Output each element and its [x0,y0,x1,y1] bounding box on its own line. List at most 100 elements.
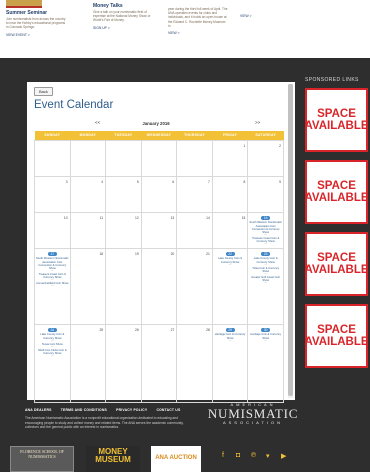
calendar-day-cell[interactable]: 8 [211,175,249,213]
ad-text: SPACE AVAILABLE [304,179,369,205]
florence-school-logo[interactable]: FLORENCE SCHOOL OF NUMISMATICS [10,446,74,472]
day-number: 11 [99,215,104,220]
footer-links: ANA DEALERS TERMS AND CONDITIONS PRIVACY… [25,408,188,412]
scrollbar-thumb[interactable] [288,84,293,396]
weekday-header: THURSDAY [176,131,213,140]
calendar-day-cell[interactable]: 6 [140,175,178,213]
next-month-button[interactable]: >> [255,120,260,125]
event-separator: — [264,242,267,246]
calendar-day-cell[interactable]: 30 Heritage Coin & Currency Show — [247,323,284,403]
promo-body: year during the third full week of April… [168,7,228,28]
calendar-day-cell[interactable]: 15 [211,211,249,249]
ad-space-3[interactable]: SPACE AVAILABLE [304,232,369,296]
twitter-icon[interactable]: ▾ [266,452,270,460]
calendar-day-cell[interactable]: 25 [69,323,107,403]
event-separator: — [228,262,232,266]
calendar-day-cell[interactable]: 1 [211,139,249,177]
calendar-day-cell [140,139,178,177]
day-number: 4 [101,179,104,184]
calendar-day-cell[interactable]: 11 [69,211,107,249]
day-number: 6 [172,179,175,184]
calendar-day-cell[interactable]: 3 [34,175,71,213]
promo-link[interactable]: VIEW > [240,14,270,18]
day-number: 21 [206,251,210,256]
promo-link[interactable]: SIGN UP > [93,26,153,30]
weekday-header: WEDNESDAY [141,131,177,140]
calendar-day-cell[interactable]: 23 Lake County Coin & Currency Show — Tulsa… [247,247,284,325]
event-separator: — [264,281,267,285]
calendar-day-cell[interactable]: 18 [69,247,107,325]
calendar-day-cell[interactable]: 19 [105,247,142,325]
promo-money-talks: Money Talks Give a talk on your numismat… [93,3,153,30]
day-number: 28 [206,327,210,332]
top-promo-strip: Summer Seminar Join numismatists from ac… [0,0,370,58]
footer-link-privacy[interactable]: PRIVACY POLICY [116,408,147,412]
event-separator: — [51,353,54,357]
day-number: 27 [170,327,175,332]
calendar-day-cell[interactable]: 5 [105,175,142,213]
calendar-day-cell[interactable]: 7 [176,175,213,213]
calendar-day-cell[interactable]: 12 [105,211,142,249]
calendar-day-cell[interactable]: 24 Lake County Coin & Currency Show — Texas… [34,323,71,403]
ad-text: SPACE AVAILABLE [304,107,369,133]
day-number: 13 [170,215,175,220]
day-number: 3 [65,179,68,184]
calendar-day-cell[interactable]: 9 [247,175,284,213]
promo-link[interactable]: VIEW > [168,31,228,35]
calendar-grid: SUNDAY MONDAY TUESDAY WEDNESDAY THURSDAY… [34,131,284,403]
calendar-day-cell[interactable]: 10 [34,211,71,249]
calendar-day-cell[interactable]: 28 [176,323,213,403]
calendar-day-cell[interactable]: 21 [176,247,213,325]
calendar-day-cell[interactable]: 16 South Western Numismatic Association C… [247,211,284,249]
promo-title: Money Talks [93,3,123,9]
promo-link[interactable]: VIEW EVENT > [6,33,66,37]
ana-auction-logo[interactable]: ANA AUCTION [151,446,201,472]
promo-body: Give a talk on your numismatic field of … [93,10,151,23]
pinterest-icon[interactable]: ℗ [251,452,256,459]
weekday-header: TUESDAY [105,131,142,140]
ana-logo[interactable]: AMERICAN NUMISMATIC ASSOCIATION [203,402,303,425]
footer-link-contact[interactable]: CONTACT US [156,408,180,412]
footer-link-terms[interactable]: TERMS AND CONDITIONS [61,408,107,412]
day-number: 24 [47,327,57,333]
weekday-header: MONDAY [70,131,106,140]
calendar-day-cell[interactable]: 17 South Western Numismatic Association C… [34,247,71,325]
day-number: 18 [99,251,104,256]
calendar-day-cell[interactable]: 2 [247,139,284,177]
ad-space-4[interactable]: SPACE AVAILABLE [304,304,369,368]
calendar-day-cell[interactable]: 4 [69,175,107,213]
money-museum-logo[interactable]: MONEY MUSEUM [86,446,140,472]
event-separator: — [51,284,54,288]
day-number: 22 [225,251,235,257]
back-button[interactable]: Back [34,87,53,96]
calendar-week-row: 17 South Western Numismatic Association C… [34,247,284,325]
day-number: 20 [170,251,175,256]
ad-space-2[interactable]: SPACE AVAILABLE [304,160,369,224]
calendar-day-cell[interactable]: 27 [140,323,178,403]
event-separator: — [228,338,232,342]
calendar-day-cell[interactable]: 29 Heritage Coin & Currency Show — [211,323,249,403]
ad-text: SPACE AVAILABLE [304,251,369,277]
weekday-header: FRIDAY [212,131,248,140]
event-calendar-panel: Back Event Calendar << January 2016 >> S… [27,82,295,403]
day-number: 12 [135,215,139,220]
day-number: 26 [135,327,139,332]
youtube-icon[interactable]: ▶ [281,452,286,460]
day-number: 15 [241,215,246,220]
weekday-header-row: SUNDAY MONDAY TUESDAY WEDNESDAY THURSDAY… [34,131,284,140]
calendar-day-cell[interactable]: 13 [140,211,178,249]
calendar-day-cell[interactable]: 14 [176,211,213,249]
instagram-icon[interactable]: ◘ [236,452,240,459]
day-number: 17 [47,251,57,257]
calendar-day-cell[interactable]: 20 [140,247,178,325]
footer-link-dealers[interactable]: ANA DEALERS [25,408,52,412]
day-number: 8 [243,179,246,184]
calendar-day-cell[interactable]: 22 Lake County Coin & Currency Show — [211,247,249,325]
day-number: 2 [279,143,281,148]
ad-space-1[interactable]: SPACE AVAILABLE [304,88,369,152]
calendar-day-cell[interactable]: 26 [105,323,142,403]
facebook-icon[interactable]: f [222,452,224,459]
event-separator: — [264,338,267,342]
day-number: 1 [243,143,246,148]
day-number: 29 [225,327,235,333]
